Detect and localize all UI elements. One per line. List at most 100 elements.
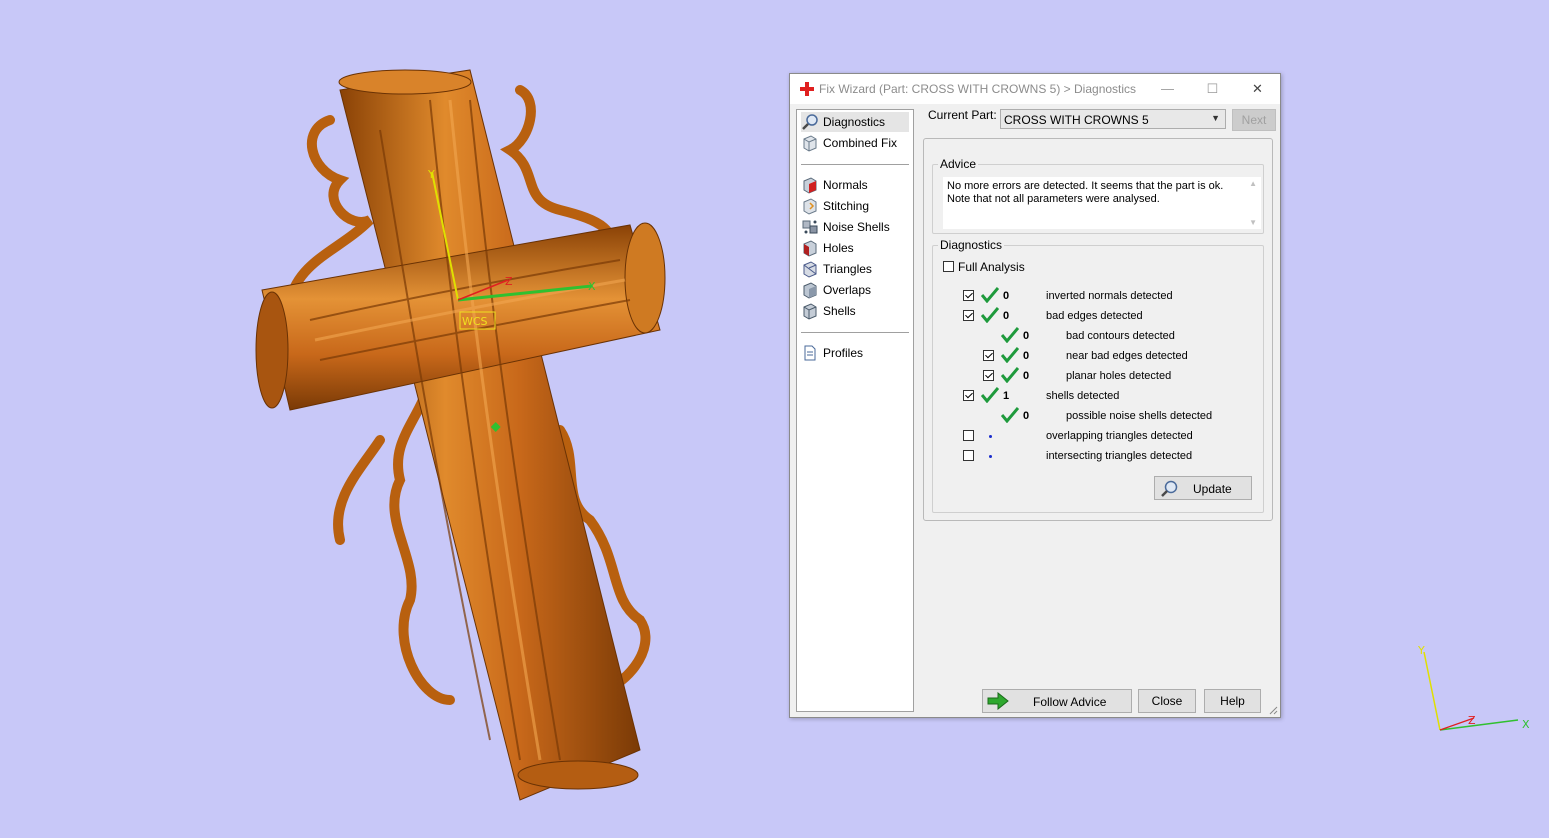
noise-shells-icon: [802, 220, 818, 234]
diag-row-checkbox[interactable]: [963, 430, 974, 441]
nav-item-holes[interactable]: Holes: [801, 238, 909, 258]
diag-row-label: shells detected: [1046, 390, 1120, 402]
dialog-title: Fix Wizard (Part: CROSS WITH CROWNS 5) >…: [819, 82, 1137, 96]
help-button[interactable]: Help: [1204, 689, 1261, 713]
diag-row-checkbox[interactable]: [983, 370, 994, 381]
green-check-icon: [981, 307, 999, 323]
diagnostics-group: Diagnostics Full Analysis 0 inverted nor…: [932, 238, 1264, 513]
chevron-down-icon: ▼: [1211, 113, 1220, 123]
diag-row-count: 0: [1003, 310, 1010, 322]
diag-row-count: 0: [1023, 370, 1030, 382]
maximize-button[interactable]: ☐: [1190, 74, 1235, 104]
green-check-icon: [1001, 347, 1019, 363]
green-check-icon: [1001, 327, 1019, 343]
advice-text: No more errors are detected. It seems th…: [947, 180, 1224, 205]
normals-cube-icon: [803, 177, 817, 194]
magnifier-icon: [802, 114, 818, 130]
green-arrow-icon: [987, 692, 1009, 710]
green-check-icon: [1001, 407, 1019, 423]
diagnostics-group-title: Diagnostics: [938, 238, 1005, 252]
nav-item-overlaps[interactable]: Overlaps: [801, 280, 909, 300]
nav-item-label: Noise Shells: [823, 220, 890, 234]
diag-row-count: 0: [1023, 330, 1030, 342]
current-part-value: CROSS WITH CROWNS 5: [1004, 113, 1149, 127]
diag-row-label: near bad edges detected: [1066, 350, 1188, 362]
model-axis-y-label: Y: [427, 168, 435, 181]
dialog-titlebar[interactable]: Fix Wizard (Part: CROSS WITH CROWNS 5) >…: [790, 74, 1280, 104]
next-button[interactable]: Next: [1232, 109, 1276, 131]
nav-item-label: Normals: [823, 178, 868, 192]
green-check-icon: [981, 387, 999, 403]
nav-item-normals[interactable]: Normals: [801, 175, 909, 195]
diag-row-label: inverted normals detected: [1046, 290, 1173, 302]
cross-model[interactable]: [255, 69, 666, 801]
minimize-button[interactable]: —: [1145, 74, 1190, 104]
red-cross-icon: [800, 82, 814, 96]
main-panel: Advice No more errors are detected. It s…: [923, 138, 1273, 521]
model-axis-x-label: X: [588, 280, 596, 293]
triad-z-label: Z: [1468, 714, 1476, 727]
diag-row-checkbox[interactable]: [963, 390, 974, 401]
green-check-icon: [981, 287, 999, 303]
diag-row-checkbox[interactable]: [983, 350, 994, 361]
nav-item-label: Stitching: [823, 199, 870, 213]
diag-row-label: overlapping triangles detected: [1046, 430, 1193, 442]
advice-textbox[interactable]: No more errors are detected. It seems th…: [943, 177, 1261, 229]
not-run-dot-icon: [989, 435, 992, 438]
diag-row-label: bad edges detected: [1046, 310, 1143, 322]
nav-item-label: Diagnostics: [823, 115, 886, 129]
nav-item-triangles[interactable]: Triangles: [801, 259, 909, 279]
nav-item-profiles[interactable]: Profiles: [801, 343, 909, 363]
not-run-dot-icon: [989, 455, 992, 458]
3d-viewport[interactable]: Y X Z WCS Y X Z: [0, 0, 1549, 838]
shells-cube-icon: [803, 303, 817, 320]
magnifier-icon: [1161, 480, 1178, 497]
diag-row-count: 0: [1003, 290, 1010, 302]
scroll-up-icon[interactable]: ▲: [1249, 179, 1257, 188]
nav-item-noise-shells[interactable]: Noise Shells: [801, 217, 909, 237]
green-check-icon: [1001, 367, 1019, 383]
holes-cube-icon: [803, 240, 817, 257]
follow-advice-label: Follow Advice: [1033, 695, 1107, 709]
update-button[interactable]: Update: [1154, 476, 1252, 500]
diag-row-label: planar holes detected: [1066, 370, 1172, 382]
nav-item-label: Shells: [823, 304, 856, 318]
nav-item-label: Profiles: [823, 346, 864, 360]
nav-item-label: Combined Fix: [823, 136, 898, 150]
current-part-label: Current Part:: [928, 108, 997, 122]
follow-advice-button[interactable]: Follow Advice: [982, 689, 1132, 713]
cube-icon: [803, 135, 817, 152]
advice-group-title: Advice: [938, 157, 979, 171]
diag-row-count: 0: [1023, 410, 1030, 422]
diag-row-count: 1: [1003, 390, 1010, 402]
resize-grip-icon[interactable]: [1268, 705, 1278, 715]
triad-x-label: X: [1522, 718, 1530, 731]
nav-item-label: Triangles: [823, 262, 872, 276]
close-window-button[interactable]: ✕: [1235, 74, 1280, 104]
nav-item-diagnostics[interactable]: Diagnostics: [801, 112, 909, 132]
wizard-nav-panel: Diagnostics Combined Fix Normals Stitchi…: [796, 109, 914, 712]
scroll-down-icon[interactable]: ▼: [1249, 218, 1257, 227]
triad-y-label: Y: [1417, 644, 1425, 657]
nav-item-label: Holes: [823, 241, 854, 255]
nav-item-shells[interactable]: Shells: [801, 301, 909, 321]
model-axis-z-label: Z: [505, 275, 513, 288]
diag-row-checkbox[interactable]: [963, 290, 974, 301]
nav-separator: [801, 332, 909, 333]
full-analysis-label: Full Analysis: [958, 260, 1025, 274]
nav-item-combined-fix[interactable]: Combined Fix: [801, 133, 909, 153]
nav-item-label: Overlaps: [823, 283, 872, 297]
triangles-cube-icon: [803, 261, 817, 278]
fix-wizard-dialog: Fix Wizard (Part: CROSS WITH CROWNS 5) >…: [789, 73, 1281, 718]
diag-row-count: 0: [1023, 350, 1030, 362]
orientation-triad: Y X Z: [1417, 644, 1530, 731]
full-analysis-checkbox[interactable]: [943, 261, 954, 272]
close-button[interactable]: Close: [1138, 689, 1196, 713]
nav-item-stitching[interactable]: Stitching: [801, 196, 909, 216]
advice-group: Advice No more errors are detected. It s…: [932, 157, 1264, 234]
current-part-select[interactable]: CROSS WITH CROWNS 5 ▼: [1000, 109, 1226, 129]
diag-row-checkbox[interactable]: [963, 450, 974, 461]
diag-row-checkbox[interactable]: [963, 310, 974, 321]
nav-separator: [801, 164, 909, 165]
document-icon: [804, 345, 816, 361]
